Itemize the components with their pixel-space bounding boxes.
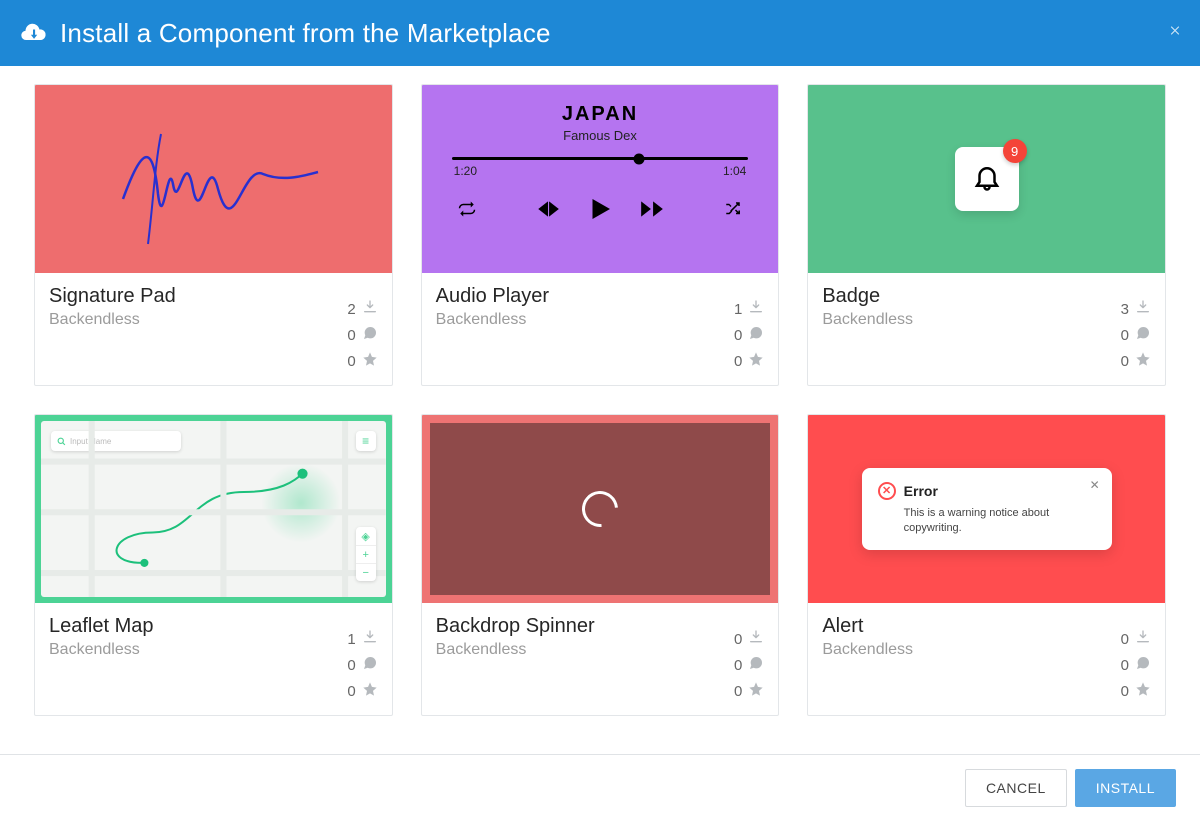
component-name: Backdrop Spinner bbox=[436, 615, 725, 638]
modal-header: Install a Component from the Marketplace bbox=[0, 0, 1200, 66]
alert-toast: ✕ Error This is a warning notice about c… bbox=[862, 468, 1112, 551]
download-icon bbox=[362, 629, 378, 649]
comment-icon bbox=[748, 655, 764, 675]
component-author: Backendless bbox=[436, 311, 725, 329]
star-icon bbox=[1135, 681, 1151, 701]
thumbnail-backdrop-spinner bbox=[422, 415, 779, 603]
component-card-leaflet-map[interactable]: Input Name ≡ ◈ bbox=[34, 414, 393, 716]
thumbnail-leaflet-map: Input Name ≡ ◈ bbox=[35, 415, 392, 603]
comment-icon bbox=[362, 655, 378, 675]
thumbnail-signature-pad bbox=[35, 85, 392, 273]
component-stats: 1 0 0 bbox=[732, 285, 764, 371]
star-icon bbox=[362, 681, 378, 701]
component-author: Backendless bbox=[822, 311, 1111, 329]
download-icon bbox=[748, 299, 764, 319]
component-name: Leaflet Map bbox=[49, 615, 338, 638]
locate-icon: ◈ bbox=[356, 527, 376, 545]
modal-body: Signature Pad Backendless 2 0 bbox=[0, 66, 1200, 754]
star-icon bbox=[748, 681, 764, 701]
repeat-icon bbox=[458, 200, 476, 223]
thumbnail-badge: 9 bbox=[808, 85, 1165, 273]
rewind-icon bbox=[535, 196, 561, 227]
progress-bar bbox=[452, 157, 749, 160]
download-icon bbox=[362, 299, 378, 319]
comment-icon bbox=[748, 325, 764, 345]
star-icon bbox=[748, 351, 764, 371]
star-icon bbox=[1135, 351, 1151, 371]
cloud-download-icon bbox=[18, 18, 48, 48]
install-button[interactable]: INSTALL bbox=[1075, 769, 1176, 807]
elapsed-time: 1:20 bbox=[454, 164, 477, 178]
comment-icon bbox=[1135, 325, 1151, 345]
track-title: JAPAN bbox=[452, 103, 749, 126]
component-card-alert[interactable]: ✕ Error This is a warning notice about c… bbox=[807, 414, 1166, 716]
component-card-badge[interactable]: 9 Badge Backendless 3 0 0 bbox=[807, 84, 1166, 386]
component-card-backdrop-spinner[interactable]: Backdrop Spinner Backendless 0 0 0 bbox=[421, 414, 780, 716]
component-name: Badge bbox=[822, 285, 1111, 308]
component-name: Audio Player bbox=[436, 285, 725, 308]
star-icon bbox=[362, 351, 378, 371]
close-modal-button[interactable] bbox=[1168, 24, 1182, 43]
component-stats: 2 0 0 bbox=[346, 285, 378, 371]
download-icon bbox=[1135, 299, 1151, 319]
spinner-icon bbox=[575, 484, 626, 535]
fast-forward-icon bbox=[639, 196, 665, 227]
remaining-time: 1:04 bbox=[723, 164, 746, 178]
component-name: Alert bbox=[822, 615, 1111, 638]
component-card-audio-player[interactable]: JAPAN Famous Dex 1:20 1:04 bbox=[421, 84, 780, 386]
play-icon bbox=[585, 194, 615, 229]
alert-title: Error bbox=[904, 483, 938, 499]
component-author: Backendless bbox=[436, 641, 725, 659]
comments-stat: 0 bbox=[346, 325, 378, 345]
bell-icon bbox=[972, 162, 1002, 197]
zoom-in-icon: + bbox=[356, 545, 376, 563]
shuffle-icon bbox=[724, 200, 742, 223]
modal-footer: CANCEL INSTALL bbox=[0, 754, 1200, 820]
component-author: Backendless bbox=[49, 311, 338, 329]
comment-icon bbox=[362, 325, 378, 345]
downloads-stat: 2 bbox=[346, 299, 378, 319]
component-name: Signature Pad bbox=[49, 285, 338, 308]
thumbnail-alert: ✕ Error This is a warning notice about c… bbox=[808, 415, 1165, 603]
cancel-button[interactable]: CANCEL bbox=[965, 769, 1067, 807]
zoom-control: ◈ + − bbox=[356, 527, 376, 581]
component-author: Backendless bbox=[49, 641, 338, 659]
modal-title: Install a Component from the Marketplace bbox=[60, 18, 551, 49]
component-grid: Signature Pad Backendless 2 0 bbox=[34, 84, 1166, 716]
alert-body: This is a warning notice about copywriti… bbox=[904, 506, 1096, 537]
component-card-signature-pad[interactable]: Signature Pad Backendless 2 0 bbox=[34, 84, 393, 386]
error-icon: ✕ bbox=[878, 482, 896, 500]
component-list-scroll[interactable]: Signature Pad Backendless 2 0 bbox=[0, 66, 1200, 754]
route-path-icon bbox=[41, 421, 386, 597]
download-icon bbox=[1135, 629, 1151, 649]
track-artist: Famous Dex bbox=[452, 128, 749, 143]
close-icon: ✕ bbox=[1090, 478, 1100, 492]
comment-icon bbox=[1135, 655, 1151, 675]
notification-badge: 9 bbox=[1003, 139, 1027, 163]
component-author: Backendless bbox=[822, 641, 1111, 659]
zoom-out-icon: − bbox=[356, 563, 376, 581]
download-icon bbox=[748, 629, 764, 649]
stars-stat: 0 bbox=[346, 351, 378, 371]
thumbnail-audio-player: JAPAN Famous Dex 1:20 1:04 bbox=[422, 85, 779, 273]
